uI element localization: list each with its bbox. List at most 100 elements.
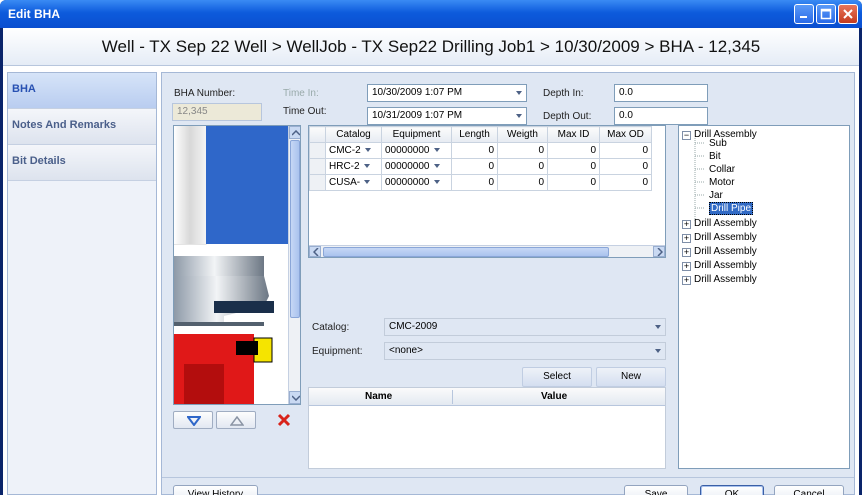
- minimize-button[interactable]: [794, 4, 814, 24]
- chevron-up-icon: [292, 130, 300, 136]
- tree-node-drill-assembly[interactable]: + Drill Assembly: [682, 245, 757, 258]
- length-cell[interactable]: 0: [451, 174, 498, 191]
- equipment-cell[interactable]: 00000000: [381, 158, 452, 175]
- cell-text: CMC-2: [329, 145, 361, 156]
- chevron-down-icon: [363, 164, 370, 169]
- assembly-tree[interactable]: − Drill Assembly Sub Bit Collar Motor Jar…: [678, 125, 850, 469]
- nav-item-notes-and-remarks[interactable]: Notes And Remarks: [8, 109, 156, 145]
- chevron-down-icon: [364, 180, 371, 185]
- breadcrumb: Well - TX Sep 22 Well > WellJob - TX Sep…: [3, 28, 859, 66]
- scroll-up-button[interactable]: [289, 126, 300, 139]
- minimize-icon: [800, 16, 807, 18]
- scroll-thumb[interactable]: [290, 140, 300, 318]
- tree-node-collar[interactable]: Collar: [709, 163, 735, 176]
- expand-icon[interactable]: +: [682, 262, 691, 271]
- row-header[interactable]: [309, 158, 326, 175]
- window-title: Edit BHA: [8, 7, 60, 21]
- expand-icon[interactable]: +: [682, 276, 691, 285]
- tree-node-drill-assembly[interactable]: + Drill Assembly: [682, 273, 757, 286]
- move-down-button[interactable]: [173, 411, 213, 429]
- tree-node-drill-pipe[interactable]: Drill Pipe: [709, 202, 754, 215]
- maximize-icon: [820, 8, 832, 20]
- tree-node-label: Drill Assembly: [694, 232, 757, 243]
- cell-text: CUSA-: [329, 177, 361, 188]
- catalog-cell[interactable]: CMC-2: [325, 142, 382, 159]
- column-header-max-od[interactable]: Max OD: [599, 126, 652, 143]
- column-header-weigth[interactable]: Weigth: [497, 126, 548, 143]
- tree-node-bit[interactable]: Bit: [709, 150, 721, 163]
- bha-number-field[interactable]: 12,345: [172, 103, 262, 121]
- expand-icon[interactable]: +: [682, 220, 691, 229]
- catalog-select[interactable]: CMC-2009: [384, 318, 666, 336]
- scroll-down-button[interactable]: [289, 391, 300, 404]
- depth-in-field[interactable]: 0.0: [614, 84, 708, 102]
- chevron-down-icon: [433, 148, 440, 153]
- column-header-value[interactable]: Value: [541, 391, 567, 402]
- max-id-cell[interactable]: 0: [547, 158, 600, 175]
- weigth-cell[interactable]: 0: [497, 158, 548, 175]
- equipment-select[interactable]: <none>: [384, 342, 666, 360]
- weigth-cell[interactable]: 0: [497, 174, 548, 191]
- title-bar[interactable]: Edit BHA: [0, 0, 862, 28]
- properties-grid[interactable]: Name Value: [308, 387, 666, 469]
- catalog-cell[interactable]: HRC-2: [325, 158, 382, 175]
- scroll-left-button[interactable]: [309, 246, 321, 257]
- max-id-cell[interactable]: 0: [547, 142, 600, 159]
- max-id-cell[interactable]: 0: [547, 174, 600, 191]
- table-row[interactable]: CMC-2 00000000 0 0 0 0: [309, 142, 652, 159]
- equipment-value: <none>: [389, 345, 423, 356]
- nav-item-bit-details[interactable]: Bit Details: [8, 145, 156, 181]
- table-row[interactable]: CUSA- 00000000 0 0 0 0: [309, 174, 652, 191]
- select-button[interactable]: Select: [522, 367, 592, 387]
- new-button[interactable]: New: [596, 367, 666, 387]
- time-out-picker[interactable]: 10/31/2009 1:07 PM: [367, 107, 527, 125]
- diagram-scrollbar[interactable]: [288, 126, 300, 404]
- delete-button[interactable]: [274, 411, 294, 429]
- row-header[interactable]: [309, 174, 326, 191]
- scroll-right-button[interactable]: [653, 246, 665, 257]
- tree-node-drill-assembly[interactable]: + Drill Assembly: [682, 217, 757, 230]
- depth-out-field[interactable]: 0.0: [614, 107, 708, 125]
- max-od-cell[interactable]: 0: [599, 158, 652, 175]
- tree-node-drill-assembly[interactable]: + Drill Assembly: [682, 231, 757, 244]
- equipment-cell[interactable]: 00000000: [381, 142, 452, 159]
- maximize-button[interactable]: [816, 4, 836, 24]
- tree-node-motor[interactable]: Motor: [709, 176, 735, 189]
- chevron-down-icon: [516, 91, 522, 95]
- tree-node-sub[interactable]: Sub: [709, 137, 727, 150]
- tree-node-jar[interactable]: Jar: [709, 189, 723, 202]
- view-history-button[interactable]: View History: [173, 485, 258, 495]
- expand-icon[interactable]: +: [682, 234, 691, 243]
- nav-item-bha[interactable]: BHA: [8, 73, 156, 109]
- column-header-length[interactable]: Length: [451, 126, 498, 143]
- save-button[interactable]: Save: [624, 485, 688, 495]
- tree-node-drill-assembly[interactable]: + Drill Assembly: [682, 259, 757, 272]
- time-in-picker[interactable]: 10/30/2009 1:07 PM: [367, 84, 527, 102]
- table-row[interactable]: HRC-2 00000000 0 0 0 0: [309, 158, 652, 175]
- column-header-equipment[interactable]: Equipment: [381, 126, 452, 143]
- equipment-cell[interactable]: 00000000: [381, 174, 452, 191]
- move-up-button[interactable]: [216, 411, 256, 429]
- cancel-button[interactable]: Cancel: [774, 485, 844, 495]
- catalog-cell[interactable]: CUSA-: [325, 174, 382, 191]
- equipment-grid[interactable]: Catalog Equipment Length Weigth Max ID M…: [308, 125, 666, 258]
- column-header-catalog[interactable]: Catalog: [325, 126, 382, 143]
- weigth-cell[interactable]: 0: [497, 142, 548, 159]
- max-od-cell[interactable]: 0: [599, 174, 652, 191]
- close-button[interactable]: [838, 4, 858, 24]
- grid-horizontal-scrollbar[interactable]: [309, 245, 665, 257]
- column-header-name[interactable]: Name: [365, 391, 392, 402]
- cell-text: 00000000: [385, 177, 430, 188]
- tree-node-label: Drill Assembly: [694, 218, 757, 229]
- scroll-thumb[interactable]: [323, 247, 609, 257]
- length-cell[interactable]: 0: [451, 158, 498, 175]
- bha-diagram-panel[interactable]: [173, 125, 301, 405]
- collapse-icon[interactable]: −: [682, 131, 691, 140]
- length-cell[interactable]: 0: [451, 142, 498, 159]
- ok-button[interactable]: OK: [700, 485, 764, 495]
- column-header-max-id[interactable]: Max ID: [547, 126, 600, 143]
- row-header[interactable]: [309, 142, 326, 159]
- max-od-cell[interactable]: 0: [599, 142, 652, 159]
- expand-icon[interactable]: +: [682, 248, 691, 257]
- tree-node-label: Drill Assembly: [694, 274, 757, 285]
